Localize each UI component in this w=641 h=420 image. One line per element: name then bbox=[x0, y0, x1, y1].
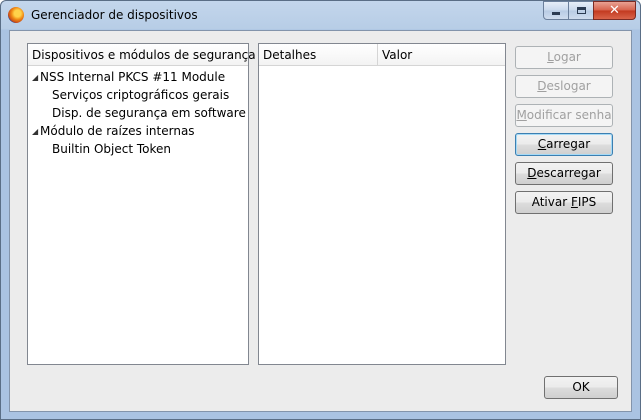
button-label: ogar bbox=[553, 50, 581, 64]
access-key: D bbox=[537, 79, 547, 93]
value-column-header[interactable]: Valor bbox=[378, 44, 505, 66]
minimize-button[interactable] bbox=[543, 1, 569, 20]
tree-item-label: Serviços criptográficos gerais bbox=[52, 88, 230, 102]
details-list[interactable]: Detalhes Valor bbox=[258, 43, 506, 365]
maximize-icon bbox=[576, 7, 586, 14]
button-label: escarregar bbox=[536, 166, 601, 180]
change-password-button[interactable]: Modificar senha bbox=[515, 104, 613, 127]
login-button[interactable]: Logar bbox=[515, 46, 613, 69]
button-label: arregar bbox=[546, 137, 591, 151]
window-title: Gerenciador de dispositivos bbox=[31, 8, 198, 22]
maximize-button[interactable] bbox=[568, 1, 594, 20]
button-label: odificar senha bbox=[526, 108, 612, 122]
tree-item-builtin-token[interactable]: Builtin Object Token bbox=[52, 140, 171, 158]
ok-button[interactable]: OK bbox=[544, 376, 618, 399]
expanded-triangle-icon[interactable]: ◢ bbox=[32, 123, 40, 141]
firefox-icon bbox=[8, 7, 24, 23]
tree-item-label: NSS Internal PKCS #11 Module bbox=[40, 70, 226, 84]
minimize-icon bbox=[552, 12, 560, 15]
device-manager-window: Gerenciador de dispositivos ✕ Dispositiv… bbox=[0, 0, 641, 420]
tree-column-header[interactable]: Dispositivos e módulos de segurança bbox=[28, 44, 256, 66]
button-label: IPS bbox=[577, 195, 597, 209]
unload-button[interactable]: Descarregar bbox=[515, 162, 613, 185]
tree-item-software-device[interactable]: Disp. de segurança em software bbox=[52, 104, 246, 122]
tree-item-root-module[interactable]: ◢ Módulo de raízes internas bbox=[32, 122, 195, 140]
tree-item-label: Disp. de segurança em software bbox=[52, 106, 246, 120]
logout-button[interactable]: Deslogar bbox=[515, 75, 613, 98]
dialog-body: Dispositivos e módulos de segurança ◢ NSS… bbox=[9, 30, 632, 412]
tree-item-label: Módulo de raízes internas bbox=[40, 124, 195, 138]
tree-item-nss-module[interactable]: ◢ NSS Internal PKCS #11 Module bbox=[32, 68, 225, 86]
tree-item-crypto-services[interactable]: Serviços criptográficos gerais bbox=[52, 86, 229, 104]
title-bar[interactable]: Gerenciador de dispositivos ✕ bbox=[1, 1, 640, 30]
button-label: eslogar bbox=[546, 79, 591, 93]
load-button[interactable]: Carregar bbox=[515, 133, 613, 156]
devices-tree[interactable]: Dispositivos e módulos de segurança ◢ NSS… bbox=[27, 43, 256, 365]
access-key: F bbox=[570, 195, 578, 209]
close-icon: ✕ bbox=[609, 3, 620, 18]
access-key: C bbox=[537, 137, 547, 151]
button-label: Ativar bbox=[531, 195, 571, 209]
access-key: M bbox=[516, 108, 527, 122]
close-button[interactable]: ✕ bbox=[593, 1, 636, 20]
expanded-triangle-icon[interactable]: ◢ bbox=[32, 69, 40, 87]
tree-item-label: Builtin Object Token bbox=[52, 142, 172, 156]
enable-fips-button[interactable]: Ativar FIPS bbox=[515, 191, 613, 214]
details-column-header[interactable]: Detalhes bbox=[259, 44, 378, 66]
